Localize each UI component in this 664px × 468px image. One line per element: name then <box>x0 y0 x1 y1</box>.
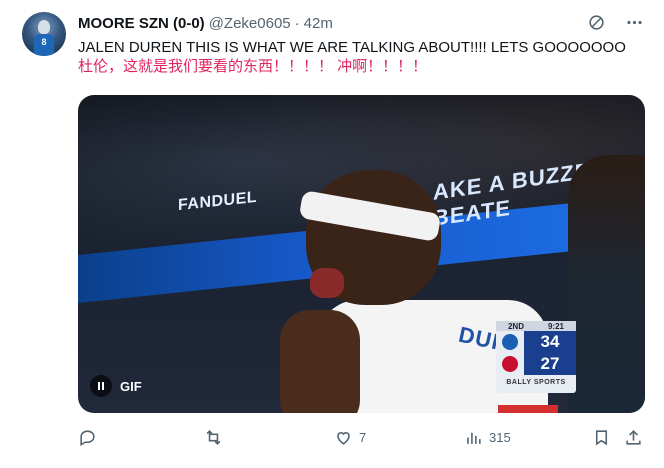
tweet-actions: 7 315 <box>78 428 644 448</box>
like-icon <box>337 432 350 445</box>
share-icon <box>626 430 641 445</box>
bookmark-button[interactable] <box>592 428 611 447</box>
gif-controls: GIF <box>90 375 142 397</box>
magic-logo-icon <box>496 331 524 353</box>
magic-score: 34 <box>524 331 576 353</box>
opponent-player <box>568 155 645 413</box>
tweet-media-gif[interactable]: FANDUEL AKE A BUZZER BEATE DUREN 2ND 9:2… <box>78 95 645 413</box>
jersey-trim <box>498 405 558 413</box>
display-name[interactable]: MOORE SZN (0-0) <box>78 15 205 32</box>
player-mouth <box>310 268 344 298</box>
gif-badge: GIF <box>120 378 142 394</box>
retweet-icon <box>206 430 221 445</box>
views-button[interactable]: 315 <box>464 428 511 447</box>
pause-icon[interactable] <box>90 375 112 397</box>
bookmark-icon <box>595 430 608 446</box>
player-arm <box>280 310 360 413</box>
like-count: 7 <box>359 430 367 445</box>
pistons-score: 27 <box>524 353 576 375</box>
scoreboard-header: 2ND 9:21 <box>496 321 576 331</box>
scoreboard-row-magic: 34 <box>496 331 576 353</box>
timestamp[interactable]: 42m <box>304 15 333 32</box>
game-clock: 9:21 <box>547 321 564 331</box>
retweet-button[interactable] <box>204 428 229 447</box>
tweet-text: JALEN DUREN THIS IS WHAT WE ARE TALKING … <box>78 38 638 76</box>
game-period: 2ND <box>507 321 524 331</box>
scoreboard: 2ND 9:21 34 27 BALLY SPORTS <box>496 321 576 393</box>
avatar[interactable]: 8 <box>22 12 66 56</box>
separator-dot: · <box>294 14 300 32</box>
views-count: 315 <box>489 430 511 445</box>
views-icon <box>467 432 481 444</box>
scoreboard-row-pistons: 27 <box>496 353 576 375</box>
reply-button[interactable] <box>78 428 103 447</box>
user-handle[interactable]: @Zeke0605 <box>209 15 291 32</box>
more-icon[interactable] <box>624 12 644 32</box>
share-button[interactable] <box>624 428 643 447</box>
like-button[interactable]: 7 <box>334 428 366 447</box>
player-duren: DUREN <box>280 140 558 413</box>
tweet-text-chinese: 杜伦，这就是我们要看的东西！！！！ 冲啊！！！！ <box>78 58 428 75</box>
avatar-jersey-number: 8 <box>41 37 47 47</box>
avatar-head <box>38 20 50 34</box>
tweet-header: MOORE SZN (0-0) @Zeke0605 · 42m <box>78 12 333 34</box>
pistons-logo-icon <box>496 353 524 375</box>
avatar-jersey: 8 <box>34 34 54 56</box>
tweet-top-actions <box>586 12 644 32</box>
grok-icon[interactable] <box>586 12 606 32</box>
network-label: BALLY SPORTS <box>506 378 566 386</box>
tweet-text-english: JALEN DUREN THIS IS WHAT WE ARE TALKING … <box>78 39 626 56</box>
reply-icon <box>80 430 95 447</box>
